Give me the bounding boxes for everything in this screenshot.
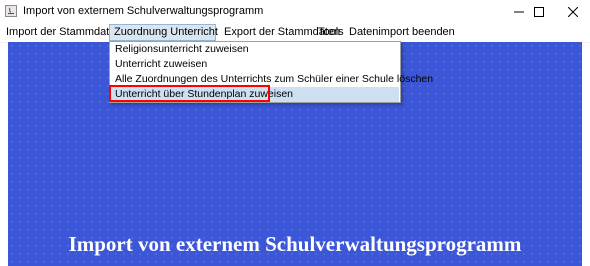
- menu-item-unterricht-ueber-stundenplan[interactable]: Unterricht über Stundenplan zuweisen: [109, 85, 399, 102]
- menu-import-stammdaten[interactable]: Import der Stammdaten: [2, 24, 126, 41]
- java-app-icon: [5, 5, 17, 17]
- close-button[interactable]: [556, 0, 590, 24]
- maximize-icon: [534, 7, 544, 17]
- menu-item-unterricht-zuweisen[interactable]: Unterricht zuweisen: [111, 57, 399, 72]
- title-bar: Import von externem Schulverwaltungsprog…: [0, 0, 590, 24]
- dropdown-menu-zuordnung-unterricht: Religionsunterricht zuweisen Unterricht …: [109, 41, 433, 103]
- window-title: Import von externem Schulverwaltungsprog…: [23, 5, 264, 17]
- menu-zuordnung-unterricht[interactable]: Zuordnung Unterricht: [109, 24, 218, 41]
- menu-tools[interactable]: Tools: [314, 24, 348, 41]
- menu-datenimport-beenden[interactable]: Datenimport beenden: [345, 24, 459, 41]
- annotation-highlight-box: [109, 85, 270, 102]
- close-icon: [568, 7, 578, 17]
- maximize-button[interactable]: [522, 0, 556, 24]
- panel-heading: Import von externem Schulverwaltungsprog…: [68, 232, 522, 256]
- menu-item-religionsunterricht-zuweisen[interactable]: Religionsunterricht zuweisen: [111, 42, 399, 57]
